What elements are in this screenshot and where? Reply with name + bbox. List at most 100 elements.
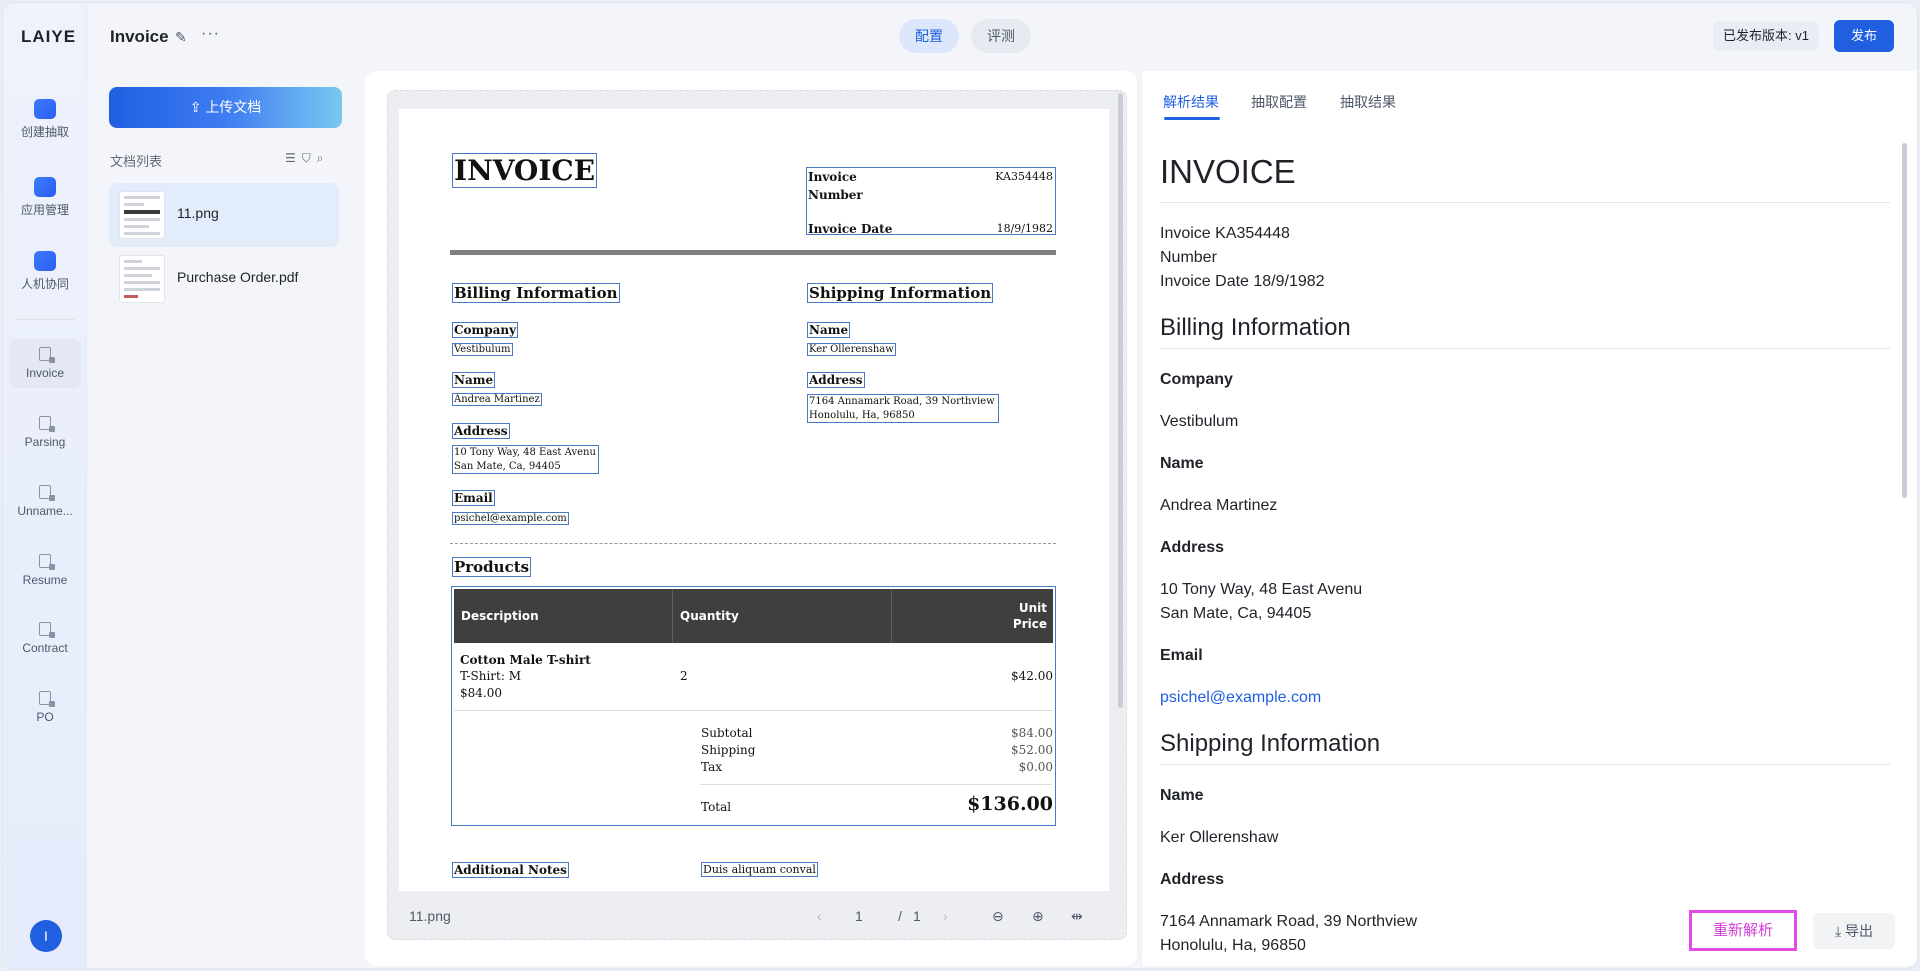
file-item-11-png[interactable]: 11.png (109, 183, 339, 247)
rail-human-collab[interactable]: 人机协同 (3, 251, 87, 292)
address-line-2: San Mate, Ca, 94405 (454, 461, 561, 472)
filter-icon[interactable]: ⛉ (302, 151, 317, 165)
tab-evaluation[interactable]: 评测 (971, 19, 1031, 53)
doc-title: INVOICE (452, 153, 598, 188)
user-avatar[interactable]: I (30, 920, 62, 952)
search-icon[interactable]: ⌕ (317, 151, 330, 165)
rail-app-management[interactable]: 应用管理 (3, 177, 87, 218)
upload-document-button[interactable]: ⇪ 上传文档 (109, 87, 342, 128)
rail-app-label: Contract (22, 641, 68, 655)
tab-extraction-config[interactable]: 抽取配置 (1251, 92, 1307, 112)
ship-address-line-1: 7164 Annamark Road, 39 Northview (809, 396, 995, 407)
file-name: 11.png (177, 205, 219, 221)
name-label: Name (452, 372, 496, 388)
folder-icon (34, 177, 56, 197)
result-company-label: Company (1160, 371, 1233, 388)
rail-create-extraction-label: 创建抽取 (20, 125, 69, 139)
result-name: Andrea Martinez (1160, 497, 1278, 514)
rail-divider (15, 319, 75, 320)
tab-config[interactable]: 配置 (899, 19, 959, 53)
prev-page-icon[interactable]: ‹ (817, 908, 822, 924)
result-email-label: Email (1160, 647, 1203, 664)
subtotal-label: Subtotal (701, 726, 753, 740)
sort-icon[interactable]: ☰ (285, 151, 302, 165)
section-divider (450, 543, 1056, 544)
logo: LAIYE (21, 27, 77, 46)
ship-name-label: Name (807, 322, 851, 338)
company-value: Vestibulum (452, 343, 513, 356)
rail-app-resume[interactable]: Resume (9, 546, 81, 595)
document-icon (39, 622, 55, 638)
result-shipping-heading: Shipping Information (1160, 730, 1381, 757)
viewer-scrollbar[interactable] (1118, 93, 1123, 708)
invoice-number-label-2: Number (808, 188, 863, 202)
file-thumbnail (119, 255, 165, 303)
published-version-badge: 已发布版本: v1 (1713, 21, 1819, 51)
rail-app-management-label: 应用管理 (20, 203, 69, 217)
list-toolbar: ☰⛉⌕ (285, 151, 330, 166)
additional-notes-label: Additional Notes (452, 862, 569, 878)
h2-rule (1160, 764, 1890, 765)
result-scrollbar[interactable] (1902, 143, 1907, 498)
rail-app-po[interactable]: PO (9, 683, 81, 732)
more-icon[interactable]: ··· (201, 25, 220, 43)
document-icon (39, 485, 55, 501)
shipping-value: $52.00 (1011, 743, 1053, 757)
tab-parse-result[interactable]: 解析结果 (1163, 92, 1219, 112)
rail-create-extraction[interactable]: 创建抽取 (3, 99, 87, 140)
ship-address-value: 7164 Annamark Road, 39 Northview Honolul… (807, 394, 999, 423)
col-quantity: Quantity (680, 609, 739, 623)
result-email-link[interactable]: psichel@example.com (1160, 686, 1321, 710)
file-thumbnail (119, 191, 165, 239)
active-tab-indicator (1164, 117, 1220, 120)
page-separator: / (898, 908, 902, 924)
reparse-button[interactable]: 重新解析 (1689, 910, 1797, 951)
item-unit-price: $42.00 (1011, 669, 1053, 683)
tax-value: $0.00 (1018, 760, 1053, 774)
fit-width-icon[interactable]: ⇹ (1071, 908, 1083, 925)
rail-app-contract[interactable]: Contract (9, 614, 81, 663)
export-button[interactable]: ⤓ 导出 (1813, 913, 1895, 949)
edit-icon[interactable]: ✎ (175, 29, 187, 46)
result-company: Vestibulum (1160, 413, 1239, 430)
result-ship-address-line-2: Honolulu, Ha, 96850 (1160, 937, 1306, 954)
next-page-icon[interactable]: › (943, 908, 948, 924)
file-item-purchase-order[interactable]: Purchase Order.pdf (109, 247, 339, 311)
invoice-meta-box: Invoice Number KA354448 Invoice Date 18/… (806, 167, 1056, 236)
zoom-out-icon[interactable]: ⊖ (992, 908, 1004, 925)
document-icon (39, 554, 55, 570)
rail-human-collab-label: 人机协同 (20, 277, 69, 291)
publish-button[interactable]: 发布 (1834, 20, 1894, 52)
tab-extraction-result[interactable]: 抽取结果 (1340, 92, 1396, 112)
rail-app-unnamed[interactable]: Unname... (9, 477, 81, 526)
document-icon (39, 347, 55, 363)
header-rule (450, 250, 1056, 255)
address-line-1: 10 Tony Way, 48 East Avenu (454, 447, 596, 458)
item-name: Cotton Male T-shirt (460, 653, 591, 667)
file-name: Purchase Order.pdf (177, 269, 299, 285)
products-title: Products (452, 557, 532, 577)
billing-title: Billing Information (452, 283, 620, 303)
col-unit-price-2: Price (1012, 617, 1047, 631)
rail-app-invoice[interactable]: Invoice (9, 339, 81, 388)
document-icon (39, 416, 55, 432)
invoice-date-label: Invoice Date (808, 222, 893, 236)
name-value: Andrea Martinez (452, 393, 542, 406)
ship-address-label: Address (807, 372, 865, 388)
document-page: INVOICE Invoice Number KA354448 Invoice … (399, 109, 1109, 891)
rail-app-parsing[interactable]: Parsing (9, 408, 81, 457)
export-label: 导出 (1845, 923, 1874, 939)
invoice-number-value: KA354448 (995, 170, 1053, 183)
tax-label: Tax (701, 760, 722, 774)
download-icon: ⤓ (1834, 923, 1842, 939)
result-address-line-1: 10 Tony Way, 48 East Avenu (1160, 581, 1363, 598)
upload-label: 上传文档 (205, 99, 262, 115)
row-divider (454, 710, 1053, 711)
page-number-input[interactable]: 1 (855, 908, 863, 924)
zoom-in-icon[interactable]: ⊕ (1032, 908, 1044, 925)
header-divider (672, 589, 673, 643)
result-address-label: Address (1160, 539, 1225, 556)
shipping-title: Shipping Information (807, 283, 994, 303)
result-ship-address-label: Address (1160, 871, 1225, 888)
monitor-check-icon (34, 251, 56, 271)
